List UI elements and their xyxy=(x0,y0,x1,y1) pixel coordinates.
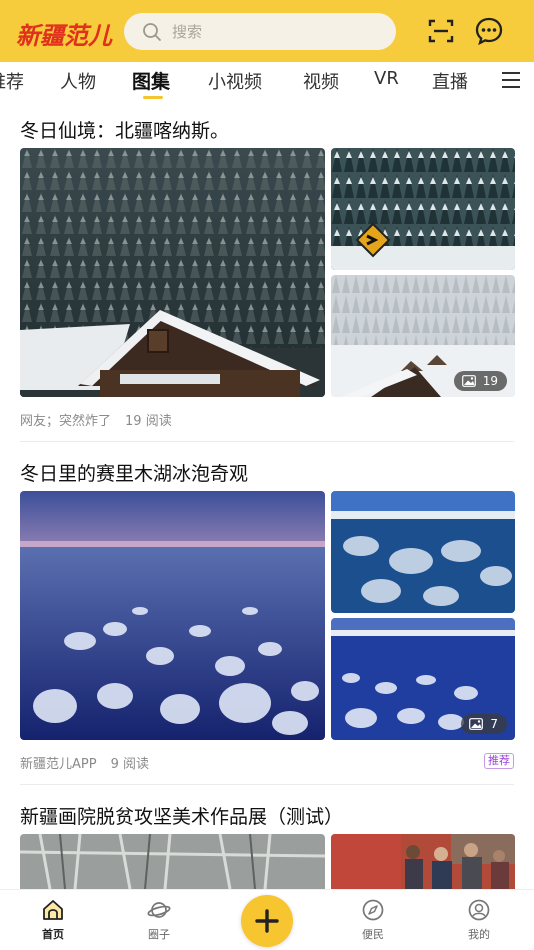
article-source: 网友；突然炸了 xyxy=(20,414,112,429)
article-image-main[interactable] xyxy=(20,834,325,889)
nav-home[interactable]: 首页 xyxy=(23,898,83,942)
article-image-3[interactable]: 7 xyxy=(331,618,515,740)
article-meta: 网友；突然炸了 19 阅读 xyxy=(20,410,172,429)
tab-video[interactable]: 视频 xyxy=(303,68,339,94)
top-header: 新疆范儿 搜索 xyxy=(0,0,534,62)
menu-icon[interactable] xyxy=(500,70,522,90)
tab-vr[interactable]: VR xyxy=(374,68,399,89)
home-icon xyxy=(43,900,63,920)
tab-short-video[interactable]: 小视频 xyxy=(208,68,262,94)
image-count: 7 xyxy=(490,717,498,731)
article-source: 新疆范儿APP xyxy=(20,757,97,772)
article-meta: 新疆范儿APP 9 阅读 xyxy=(20,753,149,772)
message-icon[interactable] xyxy=(474,16,504,46)
nav-label: 圈子 xyxy=(148,928,170,941)
article-image-2[interactable] xyxy=(331,148,515,270)
image-count-badge: 7 xyxy=(461,714,507,734)
category-tabs: 推荐 人物 图集 小视频 视频 VR 直播 xyxy=(0,62,534,102)
nav-services[interactable]: 便民 xyxy=(343,898,403,942)
article-image-2[interactable] xyxy=(331,491,515,613)
article-title[interactable]: 新疆画院脱贫攻坚美术作品展（测试） xyxy=(20,802,343,829)
nav-label: 首页 xyxy=(42,928,64,941)
nav-label: 我的 xyxy=(468,928,490,941)
article-title[interactable]: 冬日仙境：北疆喀纳斯。 xyxy=(20,116,229,143)
compass-icon xyxy=(362,899,384,921)
article-image-main[interactable] xyxy=(20,148,325,397)
search-bar[interactable]: 搜索 xyxy=(124,13,396,50)
scan-icon[interactable] xyxy=(426,16,456,46)
article-reads: 19 阅读 xyxy=(125,414,172,429)
tab-recommend[interactable]: 推荐 xyxy=(0,68,24,94)
profile-icon xyxy=(468,899,490,921)
active-tab-indicator xyxy=(143,96,163,99)
article-image-main[interactable] xyxy=(20,491,325,740)
article-title[interactable]: 冬日里的赛里木湖冰泡奇观 xyxy=(20,459,248,486)
nav-label: 便民 xyxy=(362,928,384,941)
recommend-tag: 推荐 xyxy=(484,753,514,769)
article-image-3[interactable]: 19 xyxy=(331,275,515,397)
planet-icon xyxy=(147,902,171,918)
tab-people[interactable]: 人物 xyxy=(60,68,96,94)
divider xyxy=(20,441,514,442)
search-icon xyxy=(143,22,161,41)
image-icon xyxy=(469,718,484,730)
divider xyxy=(20,784,514,785)
article-reads: 9 阅读 xyxy=(110,757,149,772)
app-logo: 新疆范儿 xyxy=(16,22,112,50)
nav-circle[interactable]: 圈子 xyxy=(129,898,189,942)
tab-live[interactable]: 直播 xyxy=(432,68,468,94)
plus-icon xyxy=(255,909,279,933)
image-count-badge: 19 xyxy=(453,371,507,391)
publish-button[interactable] xyxy=(241,895,293,947)
article-image-2[interactable] xyxy=(331,834,515,889)
image-count: 19 xyxy=(482,374,498,388)
search-placeholder: 搜索 xyxy=(172,23,203,41)
tab-gallery[interactable]: 图集 xyxy=(132,67,170,94)
image-icon xyxy=(461,375,476,387)
nav-profile[interactable]: 我的 xyxy=(449,898,509,942)
